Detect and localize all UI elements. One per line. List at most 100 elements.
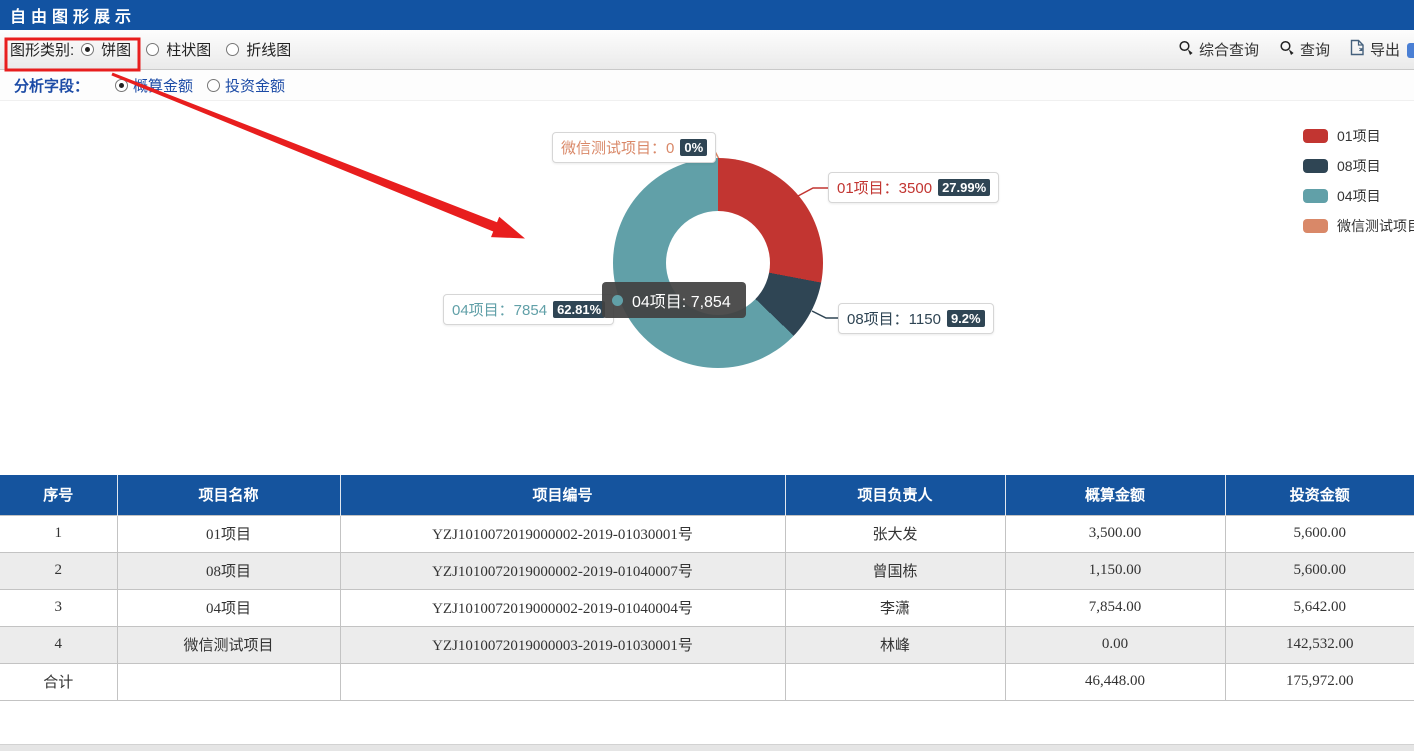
legend-item[interactable]: 08项目	[1303, 156, 1414, 176]
table-cell: 01项目	[117, 515, 340, 552]
pie-percent-badge: 62.81%	[553, 301, 605, 318]
legend-swatch	[1303, 189, 1328, 203]
table-cell: 5,642.00	[1225, 589, 1414, 626]
radio-investment-amount-label[interactable]: 投资金额	[225, 75, 285, 96]
pie-label-project-08: 08项目：1150 9.2%	[838, 303, 994, 334]
table-cell: 04项目	[117, 589, 340, 626]
legend-swatch	[1303, 219, 1328, 233]
radio-line-chart-label[interactable]: 折线图	[246, 39, 291, 60]
table-cell: YZJ1010072019000002-2019-01040007号	[340, 552, 785, 589]
combined-query-button[interactable]: 综合查询	[1178, 39, 1259, 60]
table-cell: 张大发	[785, 515, 1005, 552]
legend-item[interactable]: 04项目	[1303, 186, 1414, 206]
pie-label-project-01: 01项目：3500 27.99%	[828, 172, 999, 203]
table-cell: 微信测试项目	[117, 626, 340, 663]
column-header: 概算金额	[1005, 475, 1225, 515]
table-row: 101项目YZJ1010072019000002-2019-01030001号张…	[0, 515, 1414, 552]
table-body: 101项目YZJ1010072019000002-2019-01030001号张…	[0, 515, 1414, 700]
table-cell: 46,448.00	[1005, 663, 1225, 700]
analysis-field-label: 分析字段：	[14, 75, 89, 96]
tooltip-text: 04项目: 7,854	[632, 288, 731, 312]
legend-label: 04项目	[1337, 186, 1381, 206]
query-label: 查询	[1300, 39, 1330, 60]
legend-label: 微信测试项目	[1337, 216, 1414, 236]
donut-chart[interactable]	[613, 158, 823, 368]
table-cell: 08项目	[117, 552, 340, 589]
legend-item[interactable]: 01项目	[1303, 126, 1414, 146]
pie-label-wechat-project: 微信测试项目：0 0%	[552, 132, 716, 163]
page-title: 自由图形展示	[10, 3, 136, 27]
table-cell: 3	[0, 589, 117, 626]
export-icon	[1350, 39, 1365, 60]
radio-line-chart[interactable]	[226, 43, 239, 56]
table-cell	[117, 663, 340, 700]
table-cell: YZJ1010072019000002-2019-01030001号	[340, 515, 785, 552]
radio-bar-chart[interactable]	[146, 43, 159, 56]
pie-percent-badge: 9.2%	[947, 310, 985, 327]
table-cell: 7,854.00	[1005, 589, 1225, 626]
pie-label-project-04: 04项目：7854 62.81%	[443, 294, 614, 325]
horizontal-scrollbar[interactable]	[0, 744, 1414, 751]
query-button[interactable]: 查询	[1279, 39, 1330, 60]
radio-estimate-amount[interactable]	[115, 79, 128, 92]
radio-pie-chart-label[interactable]: 饼图	[101, 39, 131, 60]
radio-pie-chart[interactable]	[81, 43, 94, 56]
chart-tooltip: 04项目: 7,854	[602, 282, 746, 318]
table-cell: 142,532.00	[1225, 626, 1414, 663]
radio-estimate-amount-label[interactable]: 概算金额	[133, 75, 193, 96]
search-icon	[1279, 40, 1295, 60]
tooltip-series-dot	[612, 295, 623, 306]
table-cell: 李潇	[785, 589, 1005, 626]
column-header: 项目名称	[117, 475, 340, 515]
data-table: 序号项目名称项目编号项目负责人概算金额投资金额 101项目YZJ10100720…	[0, 475, 1414, 701]
table-cell: 0.00	[1005, 626, 1225, 663]
table-cell: 2	[0, 552, 117, 589]
legend-item[interactable]: 微信测试项目	[1303, 216, 1414, 236]
column-header: 项目负责人	[785, 475, 1005, 515]
table-cell: 合计	[0, 663, 117, 700]
legend-swatch	[1303, 159, 1328, 173]
pie-percent-badge: 27.99%	[938, 179, 990, 196]
table-row: 304项目YZJ1010072019000002-2019-01040004号李…	[0, 589, 1414, 626]
legend-swatch	[1303, 129, 1328, 143]
table-cell: YZJ1010072019000002-2019-01040004号	[340, 589, 785, 626]
pie-chart-area: 微信测试项目：0 0% 01项目：3500 27.99% 08项目：1150 9…	[0, 101, 1414, 475]
column-header: 项目编号	[340, 475, 785, 515]
combined-query-label: 综合查询	[1199, 39, 1259, 60]
table-cell: 林峰	[785, 626, 1005, 663]
pie-label-text: 01项目：3500	[837, 177, 932, 198]
chart-type-label: 图形类别:	[10, 39, 74, 60]
toolbar-actions: 综合查询 查询 导出	[1178, 39, 1400, 60]
table-cell: 4	[0, 626, 117, 663]
table-total-row: 合计 46,448.00175,972.00	[0, 663, 1414, 700]
table-cell: YZJ1010072019000003-2019-01030001号	[340, 626, 785, 663]
table-cell: 曾国栋	[785, 552, 1005, 589]
column-header: 序号	[0, 475, 117, 515]
legend-label: 01项目	[1337, 126, 1381, 146]
table-header-row: 序号项目名称项目编号项目负责人概算金额投资金额	[0, 475, 1414, 515]
table-row: 4微信测试项目YZJ1010072019000003-2019-01030001…	[0, 626, 1414, 663]
radio-bar-chart-label[interactable]: 柱状图	[166, 39, 211, 60]
pie-label-text: 08项目：1150	[847, 308, 941, 329]
export-label: 导出	[1370, 39, 1400, 60]
chart-type-group: 图形类别: 饼图 柱状图 折线图	[10, 39, 299, 60]
export-button[interactable]: 导出	[1350, 39, 1400, 60]
radio-investment-amount[interactable]	[207, 79, 220, 92]
table-cell	[340, 663, 785, 700]
toolbar: 图形类别: 饼图 柱状图 折线图 综合查询 查询 导出	[0, 30, 1414, 70]
table-row: 208项目YZJ1010072019000002-2019-01040007号曾…	[0, 552, 1414, 589]
analysis-field-row: 分析字段： 概算金额 投资金额	[0, 70, 1414, 101]
table-cell: 1,150.00	[1005, 552, 1225, 589]
table-cell: 5,600.00	[1225, 515, 1414, 552]
table-cell: 3,500.00	[1005, 515, 1225, 552]
table-cell: 175,972.00	[1225, 663, 1414, 700]
pie-percent-badge: 0%	[680, 139, 707, 156]
pie-label-text: 微信测试项目：0	[561, 137, 674, 158]
clipped-edge-icon[interactable]	[1407, 43, 1414, 58]
pie-label-text: 04项目：7854	[452, 299, 547, 320]
column-header: 投资金额	[1225, 475, 1414, 515]
chart-legend: 01项目 08项目 04项目微信测试项目	[1303, 126, 1414, 246]
table-cell: 1	[0, 515, 117, 552]
search-icon	[1178, 40, 1194, 60]
app-header-bar: 自由图形展示	[0, 0, 1414, 30]
